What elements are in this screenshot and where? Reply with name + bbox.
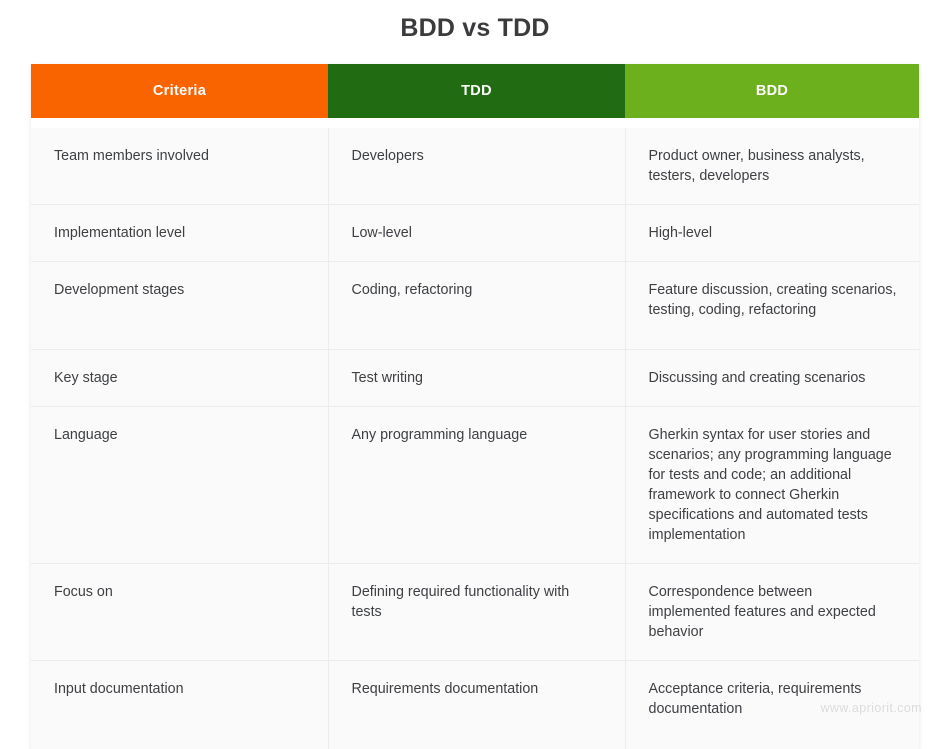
header-body-gap: [31, 118, 919, 128]
table-body: Team members involved Developers Product…: [31, 118, 919, 749]
cell-bdd: Correspondence between implemented featu…: [625, 563, 919, 661]
cell-tdd: Any programming language: [328, 406, 626, 564]
cell-bdd: Product owner, business analysts, tester…: [625, 128, 919, 205]
bdd-vs-tdd-table: Criteria TDD BDD Team members involved D…: [31, 64, 919, 749]
table-row: Development stages Coding, refactoring F…: [31, 261, 919, 350]
gap-cell: [31, 118, 328, 128]
cell-bdd: Discussing and creating scenarios: [625, 349, 919, 407]
cell-tdd: Requirements documentation: [328, 660, 626, 749]
comparison-table-container: Criteria TDD BDD Team members involved D…: [31, 64, 919, 749]
cell-criteria: Development stages: [31, 261, 329, 350]
cell-criteria: Language: [31, 406, 329, 564]
cell-bdd: High-level: [625, 204, 919, 262]
table-row: Team members involved Developers Product…: [31, 128, 919, 205]
gap-cell: [625, 118, 919, 128]
comparison-infographic: BDD vs TDD Criteria TDD BDD Team members…: [0, 0, 950, 749]
table-row: Language Any programming language Gherki…: [31, 406, 919, 564]
column-header-criteria: Criteria: [31, 64, 328, 118]
table-row: Implementation level Low-level High-leve…: [31, 204, 919, 262]
cell-criteria: Key stage: [31, 349, 329, 407]
cell-tdd: Coding, refactoring: [328, 261, 626, 350]
column-header-tdd: TDD: [328, 64, 625, 118]
cell-criteria: Input documentation: [31, 660, 329, 749]
watermark-url: www.apriorit.com: [820, 701, 922, 715]
cell-tdd: Defining required functionality with tes…: [328, 563, 626, 661]
gap-cell: [328, 118, 625, 128]
table-row: Key stage Test writing Discussing and cr…: [31, 349, 919, 407]
page-title: BDD vs TDD: [400, 14, 550, 42]
cell-criteria: Implementation level: [31, 204, 329, 262]
cell-tdd: Test writing: [328, 349, 626, 407]
column-header-bdd: BDD: [625, 64, 919, 118]
table-header-row: Criteria TDD BDD: [31, 64, 919, 118]
cell-tdd: Developers: [328, 128, 626, 205]
cell-criteria: Focus on: [31, 563, 329, 661]
table-row: Focus on Defining required functionality…: [31, 563, 919, 661]
table-row: Input documentation Requirements documen…: [31, 660, 919, 749]
table-header: Criteria TDD BDD: [31, 64, 919, 118]
cell-bdd: Gherkin syntax for user stories and scen…: [625, 406, 919, 564]
cell-criteria: Team members involved: [31, 128, 329, 205]
cell-bdd: Feature discussion, creating scenarios, …: [625, 261, 919, 350]
cell-tdd: Low-level: [328, 204, 626, 262]
